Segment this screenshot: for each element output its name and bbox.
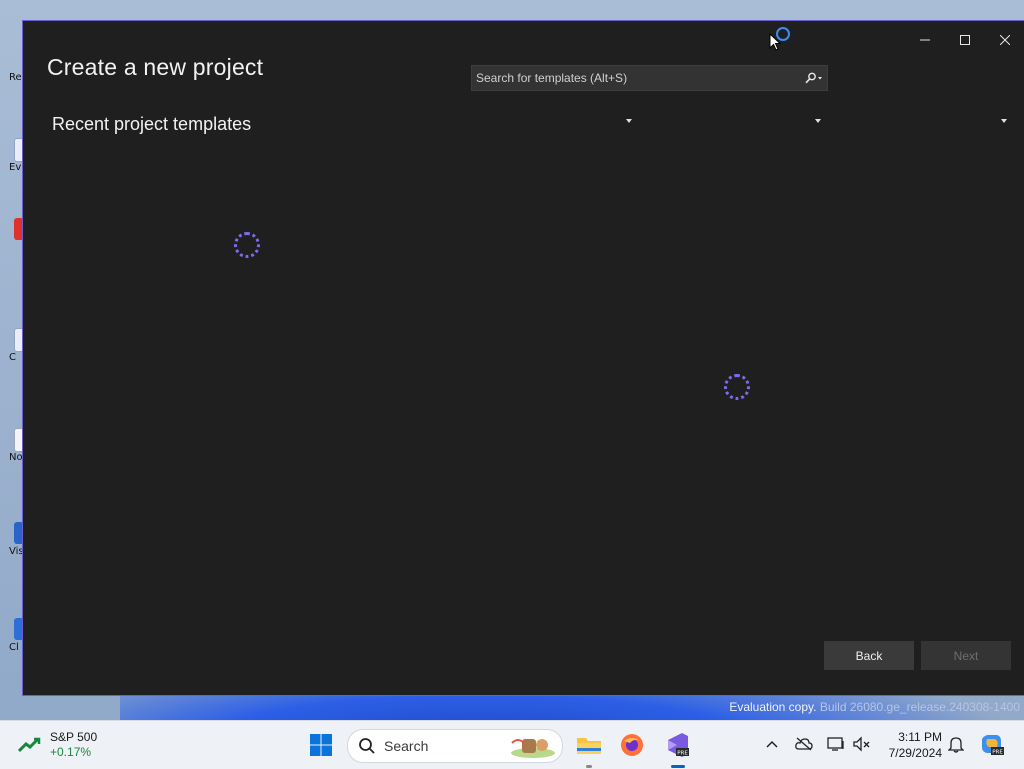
recent-templates-heading: Recent project templates [52,114,252,134]
bell-icon [948,737,964,753]
search-options-button[interactable] [801,67,827,89]
back-button[interactable]: Back [824,641,914,670]
stock-widget[interactable]: S&P 500 +0.17% [18,730,97,760]
search-icon [805,72,822,84]
evaluation-watermark: Evaluation copy. Build 26080.ge_release.… [729,700,1020,714]
desktop-icon-label: C [9,352,16,363]
desktop-icon-notepad[interactable]: No [0,428,26,468]
chevron-up-icon [766,740,778,748]
network-button[interactable] [827,735,845,753]
create-project-window: Create a new project Recent project temp… [22,20,1024,696]
language-filter-dropdown[interactable] [625,117,633,126]
clock[interactable]: 3:11 PM 7/29/2024 [880,729,942,761]
firefox-button[interactable] [618,731,646,759]
chevron-down-icon [1001,119,1007,123]
visual-studio-preview-icon: PRE [668,733,689,757]
search-icon [359,738,375,754]
maximize-icon [960,35,970,45]
svg-text:PRE: PRE [677,750,688,756]
desktop-icon-label: No [9,452,23,463]
visual-studio-preview-button[interactable]: PRE [663,731,691,759]
onedrive-button[interactable] [795,735,813,753]
mouse-pointer-icon [769,33,781,51]
desktop-icon-visual-studio[interactable]: Vis [0,522,24,562]
stock-change: +0.17% [50,745,92,759]
loading-spinner-icon [724,374,750,400]
evaluation-watermark-line: Evaluation copy. [729,700,817,714]
desktop-icon-cl[interactable]: Cl [0,618,24,658]
template-search-input[interactable] [472,66,801,90]
start-button[interactable] [307,731,335,759]
search-highlight-image-icon [511,739,555,758]
firefox-icon [621,734,643,756]
volume-button[interactable] [853,735,871,753]
desktop-icon-label: Ev [9,162,22,173]
cloud-offline-icon [795,737,813,751]
file-explorer-button[interactable] [575,731,603,759]
clock-time: 3:11 PM [898,730,942,744]
desktop-icon-label: Re [9,72,22,83]
template-search-box[interactable] [471,65,828,91]
desktop-icon-ev[interactable]: Ev [0,138,26,178]
stock-chart-icon [18,737,41,753]
minimize-button[interactable] [905,27,945,53]
show-hidden-icons-button[interactable] [763,735,781,753]
taskbar-search-box[interactable]: Search [347,729,563,763]
taskbar-search-label: Search [384,738,429,754]
project-type-filter-dropdown[interactable] [1000,117,1008,126]
speaker-muted-icon [853,736,870,752]
svg-text:PRE: PRE [992,749,1003,755]
clock-date: 7/29/2024 [888,746,942,760]
taskbar: S&P 500 +0.17% Search PRE 3:11 PM 7/29/2… [0,720,1024,769]
chevron-down-icon [815,119,821,123]
page-title: Create a new project [47,54,264,80]
evaluation-build-string: Build 26080.ge_release.240308-1400 [819,700,1020,714]
minimize-icon [920,39,930,41]
close-button[interactable] [985,27,1024,53]
platform-filter-dropdown[interactable] [814,117,822,126]
windows-logo-icon [310,734,332,756]
chevron-down-icon [626,119,632,123]
close-icon [1000,35,1010,45]
network-icon [827,737,844,751]
copilot-button[interactable]: PRE [978,731,1006,759]
desktop-icon-red-app[interactable] [0,218,24,258]
copilot-preview-icon: PRE [982,734,1004,755]
folder-icon [577,738,601,754]
desktop-icon-label: Cl [9,642,19,653]
maximize-button[interactable] [945,27,985,53]
loading-spinner-icon [234,232,260,258]
notifications-button[interactable] [947,735,965,753]
stock-name: S&P 500 [50,730,98,744]
desktop-icon-recycle-bin[interactable]: Re [0,48,24,88]
desktop-icon-c[interactable]: C [0,328,26,368]
window-controls [905,27,1024,53]
next-button[interactable]: Next [921,641,1011,670]
